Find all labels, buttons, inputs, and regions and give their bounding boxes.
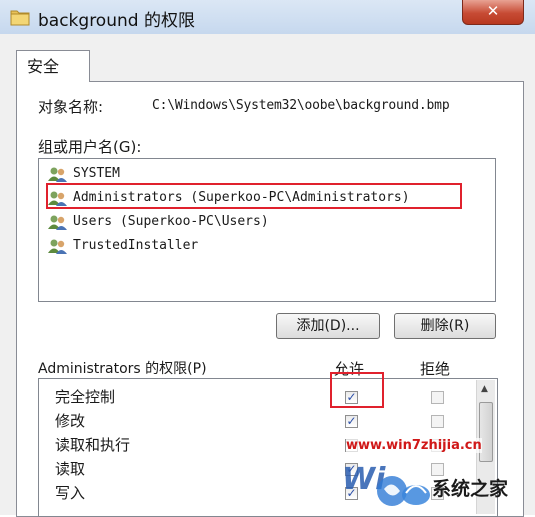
user-group-icon	[48, 239, 67, 254]
watermark-site-name: 系统之家	[432, 478, 509, 500]
deny-checkbox-full-control[interactable]	[431, 391, 444, 404]
permission-name: 完全控制	[55, 388, 116, 406]
permissions-label: Administrators 的权限(P)	[38, 361, 207, 377]
allow-highlight-box	[330, 372, 384, 408]
selection-highlight-box	[46, 183, 462, 209]
deny-checkbox-modify[interactable]	[431, 415, 444, 428]
deny-column-header: 拒绝	[420, 360, 451, 378]
user-group-list[interactable]: SYSTEM Administrators (Superkoo-PC\Admin…	[38, 158, 496, 302]
user-group-icon	[48, 215, 67, 230]
title-bar: background 的权限 ✕	[0, 0, 535, 35]
object-name-label: 对象名称:	[38, 98, 104, 116]
scroll-up-icon[interactable]: ▲	[481, 384, 488, 394]
allow-checkbox-modify[interactable]: ✓	[345, 415, 358, 428]
scroll-thumb[interactable]	[479, 402, 493, 462]
window-title: background 的权限	[38, 11, 195, 31]
user-name: SYSTEM	[73, 166, 120, 181]
close-button[interactable]: ✕	[462, 0, 524, 25]
watermark-url: www.win7zhijia.cn	[346, 438, 482, 453]
user-name: TrustedInstaller	[73, 238, 199, 253]
tab-security[interactable]: 安全	[16, 50, 90, 82]
list-item[interactable]: Users (Superkoo-PC\Users)	[45, 211, 269, 233]
add-button[interactable]: 添加(D)...	[276, 313, 380, 339]
list-item[interactable]: TrustedInstaller	[45, 235, 198, 257]
list-item[interactable]: SYSTEM	[45, 163, 120, 185]
folder-icon	[10, 10, 30, 26]
user-name: Users (Superkoo-PC\Users)	[73, 214, 269, 229]
permission-name: 读取和执行	[55, 436, 131, 454]
permission-name: 修改	[55, 412, 86, 430]
remove-button[interactable]: 删除(R)	[394, 313, 496, 339]
groups-label: 组或用户名(G):	[38, 138, 142, 156]
permission-name: 写入	[55, 484, 86, 502]
permission-name: 读取	[55, 460, 86, 478]
object-name-value: C:\Windows\System32\oobe\background.bmp	[152, 98, 450, 113]
user-group-icon	[48, 167, 67, 182]
